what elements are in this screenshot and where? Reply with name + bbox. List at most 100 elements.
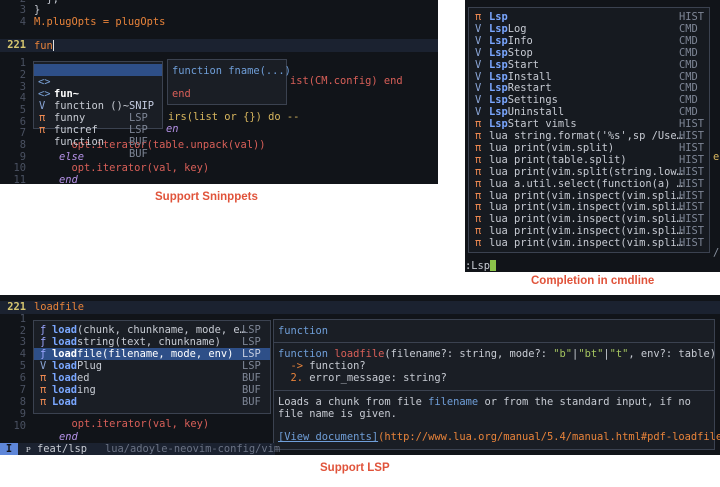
return-text: error_message: string? [309,372,447,384]
doc-divider [274,342,714,343]
completion-item[interactable]: VloadPlug LSP [34,360,270,372]
current-line-highlight [0,39,438,52]
lsp-documentation-popup: function function loadfile(filename?: st… [273,319,720,450]
completion-kind: CMD [679,46,698,59]
completion-label: lua print(vim.inspect(vim.spli… [489,201,683,214]
cmdline-completion-item[interactable]: V LspLog CMD [469,23,709,35]
history-icon: π [475,213,482,226]
cmdline-completion-item[interactable]: π lua print(vim.inspect(vim.spli… HIST [469,190,709,202]
completion-label: Load [52,396,78,408]
cmdline-completion-item[interactable]: π lua print(vim.inspect(vim.spli… HIST [469,213,709,225]
text-cursor [490,260,497,271]
doc-link-url[interactable]: (http://www.lua.org/manual/5.4/manual.ht… [378,431,720,443]
cmdline-completion-item[interactable]: π lua print(table.split) HIST [469,154,709,166]
completion-label: LspLog [489,22,527,35]
lsp-editor-panel: 221 loadfile 1 2 3 4 5 6 7 8 opt.iterato… [0,295,720,455]
completion-kind: HIST [679,118,705,131]
completion-item[interactable]: <> fun~ SNIP [34,64,162,112]
completion-label: LspStart vimls [489,118,577,131]
line-number-current: 221 [7,39,26,51]
sig-string: "b" [553,348,573,360]
completion-item[interactable]: π funcref BUF [34,100,162,148]
completion-item[interactable]: ƒ load(chunk, chunkname, mode, e… LSP [34,324,270,336]
completion-item[interactable]: π Load BUF [34,396,270,408]
cmdline-completion-item[interactable]: π Lsp HIST [469,11,709,23]
completion-kind: LSP [242,324,261,336]
completion-item[interactable]: ƒ loadstring(text, chunkname) LSP [34,336,270,348]
history-icon: π [475,11,482,23]
completion-item[interactable]: V funny LSP [34,88,162,136]
completion-kind: CMD [679,22,698,35]
cmdline-completion-item[interactable]: π lua print(vim.inspect(vim.spli… HIST [469,237,709,249]
doc-divider [274,390,714,391]
completion-item[interactable]: ƒ loadfile(filename, mode, env) LSP [34,348,270,360]
completion-kind: HIST [679,237,705,250]
completion-kind: CMD [679,58,698,71]
completion-kind: HIST [679,165,705,178]
history-icon: π [475,177,482,190]
completion-item[interactable]: π loaded BUF [34,372,270,384]
sig-params: (filename?: string, mode?: [384,348,554,360]
doc-text: or from the standard input, if no [478,396,691,408]
sig-string: "t" [609,348,629,360]
completion-label: lua string.format('%s',sp /Use… [489,130,683,142]
completion-kind: HIST [679,11,705,23]
cmdline-completion-item[interactable]: π lua print(vim.inspect(vim.spli… HIST [469,201,709,213]
completion-label: lua print(vim.inspect(vim.spli… [489,189,683,202]
cmdline-text: :Lsp [465,260,491,272]
cmdline-completion-item[interactable]: V LspStop CMD [469,47,709,59]
cmdline-completion-item[interactable]: π LspStart vimls HIST [469,118,709,130]
current-line-highlight [0,301,720,314]
typed-text: fun [34,40,53,52]
code-fragment: e [713,151,720,163]
doc-link-text[interactable]: [View documents] [278,431,378,443]
completion-kind: CMD [679,106,698,119]
history-icon: π [475,130,482,142]
code-line[interactable]: M.plugOpts = plugOpts [34,16,165,29]
code-line-current[interactable]: loadfile [34,301,85,314]
completion-item[interactable]: π loading BUF [34,384,270,396]
cmdline-completion-item[interactable]: V LspSettings CMD [469,94,709,106]
completion-label: LspStart [489,58,540,71]
snippet-preview-line: function fname(...) [172,65,291,77]
cmdline-completion-item[interactable]: V LspInfo CMD [469,35,709,47]
code-line[interactable]: opt.iterator(val, key) [34,418,210,431]
cmdline-completion-item[interactable]: V LspRestart CMD [469,82,709,94]
code-fragment: en [166,123,179,135]
completion-item[interactable]: <> function ()~ LSP [34,76,162,124]
cmdline-completion-item[interactable]: V LspStart CMD [469,59,709,71]
completion-kind: HIST [679,177,705,190]
cmdline-input[interactable]: :Lsp [465,260,497,272]
command-icon: V [475,82,482,95]
completion-label: lua print(vim.inspect(vim.spli… [489,237,683,250]
completion-kind: BUF [242,372,261,384]
completion-kind: HIST [679,130,705,142]
cmdline-completion-item[interactable]: π lua string.format('%s',sp /Use… HIST [469,130,709,142]
typed-text: loadfile [34,301,85,313]
mode-indicator: I [0,443,18,455]
history-icon: π [475,225,482,238]
cmdline-completion-item[interactable]: π lua print(vim.inspect(vim.spli… HIST [469,225,709,237]
completion-kind: BUF [242,384,261,396]
doc-text: file name is given. [278,408,397,420]
variable-icon: V [40,360,47,372]
history-icon: π [475,237,482,250]
cmdline-completion-item[interactable]: π lua a.util.select(function(a) … HIST [469,178,709,190]
code-line-current[interactable]: fun [34,40,54,53]
cmdline-completion-item[interactable]: V LspInstall CMD [469,71,709,83]
completion-label: function [54,136,105,148]
completion-label: load(chunk, chunkname, mode, e… [52,324,246,336]
completion-label: LspRestart [489,82,552,95]
code-line[interactable]: end [34,174,78,184]
completion-label: LspUninstall [489,106,565,119]
cmdline-completion-item[interactable]: π lua print(vim.split) HIST [469,142,709,154]
return-number: 2. [290,372,304,384]
completion-kind: CMD [679,94,698,107]
doc-link[interactable]: [View documents](http://www.lua.org/manu… [278,431,720,444]
cmdline-completion-item[interactable]: π lua print(vim.split(string.low… HIST [469,166,709,178]
cmdline-completion-item[interactable]: V LspUninstall CMD [469,106,709,118]
snippets-editor-panel: 2 }, 3 } 4 M.plugOpts = plugOpts 221 fun… [0,0,438,184]
statusline: I ᴘ feat/lsp lua/adoyle-neovim-config/vi… [0,443,280,455]
completion-item[interactable]: π function BUF [34,112,162,160]
cmdline-panel: π Lsp HIST V LspLog CMD V LspInfo CMD V LspStop CMD… [465,0,720,272]
